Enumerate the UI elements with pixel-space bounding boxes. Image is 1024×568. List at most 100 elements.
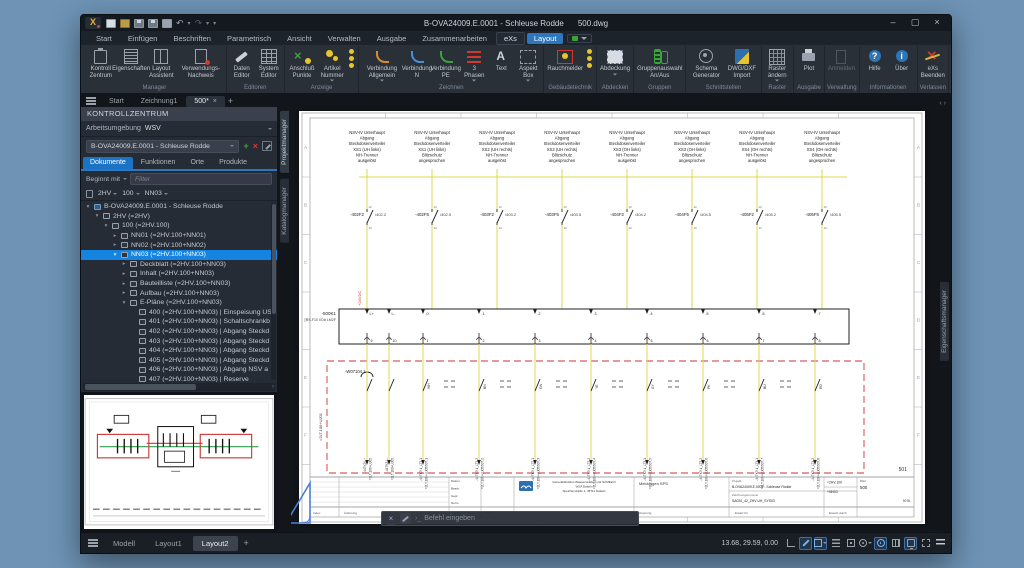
ribbon-button-layout-assistent[interactable]: Layout Assistent [146, 47, 177, 79]
collapsed-caret-icon[interactable]: ▸ [121, 290, 127, 296]
properties-manager-tab[interactable]: Eigenschaftsmanager [940, 282, 949, 361]
tree-item[interactable]: 404 (=2HV.100+NN03) | Abgang Steckd [81, 346, 277, 356]
expanded-caret-icon[interactable]: ▾ [121, 300, 127, 306]
tree-item[interactable]: 405 (=2HV.100+NN03) | Abgang Steckd [81, 356, 277, 366]
dropdown-caret-icon[interactable] [775, 79, 779, 81]
ribbon-button-anschlu-punkte[interactable]: Anschluß Punkte [287, 47, 318, 79]
minimize-button[interactable]: – [883, 17, 903, 29]
breadcrumb-segment-2hv[interactable]: 2HV [98, 190, 117, 197]
tree-item[interactable]: 402 (=2HV.100+NN03) | Abgang Steckd [81, 327, 277, 337]
ribbon-button-schema-generator[interactable]: Schema Generator [688, 47, 724, 79]
indicator-bulbs-icon[interactable] [347, 47, 356, 70]
tree-item[interactable]: 403 (=2HV.100+NN03) | Abgang Steckd [81, 336, 277, 346]
ribbon-button-aspekt-box[interactable]: Aspekt Box [515, 47, 541, 82]
tree-item[interactable]: ▸NN02 (=2HV.100+NN02) [81, 240, 277, 250]
dropdown-caret-icon[interactable] [526, 79, 530, 81]
doc-tab-Zeichnung1[interactable]: Zeichnung1 [133, 96, 186, 107]
delete-project-button[interactable]: × [253, 140, 258, 152]
save-icon[interactable] [134, 19, 144, 28]
ribbon-button-verbindung-n[interactable]: Verbindung N [404, 47, 431, 79]
dropdown-caret-icon[interactable] [330, 79, 334, 81]
collapsed-caret-icon[interactable]: ▸ [112, 233, 118, 239]
menu-tab-einfügen[interactable]: Einfügen [121, 33, 165, 44]
filter-input[interactable]: Filter [130, 173, 272, 185]
dropdown-caret-icon[interactable] [380, 79, 384, 81]
ribbon-button-artikel-nummer[interactable]: Artikel Nummer [318, 47, 346, 82]
ribbon-button-system-editor[interactable]: System Editor [256, 47, 282, 79]
grid-icon[interactable] [889, 537, 902, 550]
tree-item[interactable]: ▸NN01 (=2HV.100+NN01) [81, 231, 277, 241]
ribbon-button-verbindung-allgemein[interactable]: Verbindung Allgemein [361, 47, 402, 82]
layout-tab-modell[interactable]: Modell [104, 536, 144, 551]
menu-tab-beschriften[interactable]: Beschriften [166, 33, 218, 44]
save-as-icon[interactable] [148, 19, 158, 28]
command-close-icon[interactable]: × [386, 512, 396, 525]
dropdown-caret-icon[interactable] [613, 73, 617, 75]
tree-item[interactable]: ▸Deckblatt (=2HV.100+NN03) [81, 260, 277, 270]
menu-tab-verwalten[interactable]: Verwalten [321, 33, 368, 44]
ribbon-button-verwendungs-nachweis[interactable]: Verwendungs- Nachweis [178, 47, 224, 79]
ribbon-button-gruppenauswahl-an-aus[interactable]: Gruppenauswahl An/Aus [636, 47, 683, 79]
panel-tab-dokumente[interactable]: Dokumente [83, 157, 133, 169]
edit-project-button[interactable] [262, 141, 272, 151]
panel-tab-produkte[interactable]: Produkte [212, 157, 254, 169]
panel-tab-orte[interactable]: Orte [183, 157, 211, 169]
drafting-settings-icon[interactable] [799, 537, 812, 550]
collapsed-caret-icon[interactable]: ▸ [121, 281, 127, 287]
drawing-paper[interactable]: AABBCCDDEEFFNSV-IV UnterhauptAbgangSteck… [299, 111, 925, 524]
breadcrumb-segment-nn03[interactable]: NN03 [145, 190, 168, 197]
command-tools-icon[interactable] [400, 513, 411, 524]
layout-tab-layout1[interactable]: Layout1 [146, 536, 191, 551]
layout-menu-icon[interactable] [87, 537, 99, 548]
ribbon-button-3-phasen[interactable]: 3 Phasen [461, 47, 487, 82]
collapsed-caret-icon[interactable]: ▸ [121, 271, 127, 277]
expanded-caret-icon[interactable]: ▾ [112, 252, 118, 258]
qat-more-icon[interactable]: ▾ [213, 20, 216, 27]
menu-tab-zusammenarbeiten[interactable]: Zusammenarbeiten [415, 33, 494, 44]
ribbon-button-dwg-dxf-import[interactable]: DWG/DXF Import [725, 47, 758, 79]
ribbon-button-hilfe[interactable]: Hilfe [862, 47, 888, 73]
menu-tab-layout[interactable]: Layout [527, 33, 564, 44]
project-caret-icon[interactable] [230, 145, 234, 147]
tree-item[interactable]: 406 (=2HV.100+NN03) | Abgang NSV a [81, 365, 277, 375]
tree-item[interactable]: 407 (=2HV.100+NN03) | Reserve [81, 375, 277, 383]
paper-model-toggle[interactable] [814, 537, 827, 550]
tree-item[interactable]: 401 (=2HV.100+NN03) | Schaltschrankb [81, 317, 277, 327]
open-file-icon[interactable] [120, 19, 130, 28]
breadcrumb-segment-100[interactable]: 100 [122, 190, 139, 197]
menu-tab-parametrisch[interactable]: Parametrisch [220, 33, 278, 44]
expanded-caret-icon[interactable]: ▾ [103, 223, 109, 229]
menu-tab-start[interactable]: Start [89, 33, 119, 44]
menu-tab-exs[interactable]: eXs [496, 32, 525, 45]
ribbon-button-daten-editor[interactable]: Daten Editor [229, 47, 255, 79]
ribbon-button-raster-ndern[interactable]: Raster ändern [764, 47, 791, 82]
new-file-icon[interactable] [106, 19, 116, 28]
ribbon-button-eigenschaften[interactable]: Eigenschaften [118, 47, 145, 73]
project-select[interactable]: B-OVA24009.E.0001 - Schleuse Rodde [86, 140, 239, 153]
display-icon[interactable] [904, 537, 917, 550]
command-line[interactable]: × ›_Befehl eingeben [381, 511, 639, 526]
tree-item[interactable]: ▸Bauteilliste (=2HV.100+NN03) [81, 279, 277, 289]
annotation-monitor-icon[interactable] [874, 537, 887, 550]
menu-tab-ausgabe[interactable]: Ausgabe [370, 33, 414, 44]
sheet-preview[interactable] [81, 392, 277, 532]
workspace-row[interactable]: Arbeitsumgebung WSV [81, 121, 277, 137]
expanded-caret-icon[interactable]: ▾ [94, 213, 100, 219]
snap-icon[interactable] [844, 537, 857, 550]
tree-item[interactable]: ▸Aufbau (=2HV.100+NN03) [81, 288, 277, 298]
dropdown-caret-icon[interactable] [472, 79, 476, 81]
tree-vscrollbar[interactable] [271, 203, 276, 380]
expanded-caret-icon[interactable]: ▾ [85, 204, 91, 210]
close-button[interactable]: × [927, 17, 947, 29]
collapsed-caret-icon[interactable]: ▸ [112, 242, 118, 248]
redo-icon[interactable]: ↷ [195, 19, 203, 28]
tree-item[interactable]: ▾2HV (=2HV) [81, 212, 277, 222]
side-tab-katalogmanager[interactable]: Katalogmanager [280, 179, 289, 243]
doc-tab-close-icon[interactable]: × [213, 98, 217, 105]
annotation-bars-icon[interactable] [829, 537, 842, 550]
undo-icon[interactable]: ↶ [176, 19, 184, 28]
ribbon-button-kontroll-zentrum[interactable]: Kontroll Zentrum [85, 47, 117, 79]
tree-item[interactable]: ▾E-Pläne (=2HV.100+NN03) [81, 298, 277, 308]
tree-item[interactable]: 400 (=2HV.100+NN03) | Einspeisung US [81, 308, 277, 318]
tree-item[interactable]: ▾100 (=2HV.100) [81, 221, 277, 231]
